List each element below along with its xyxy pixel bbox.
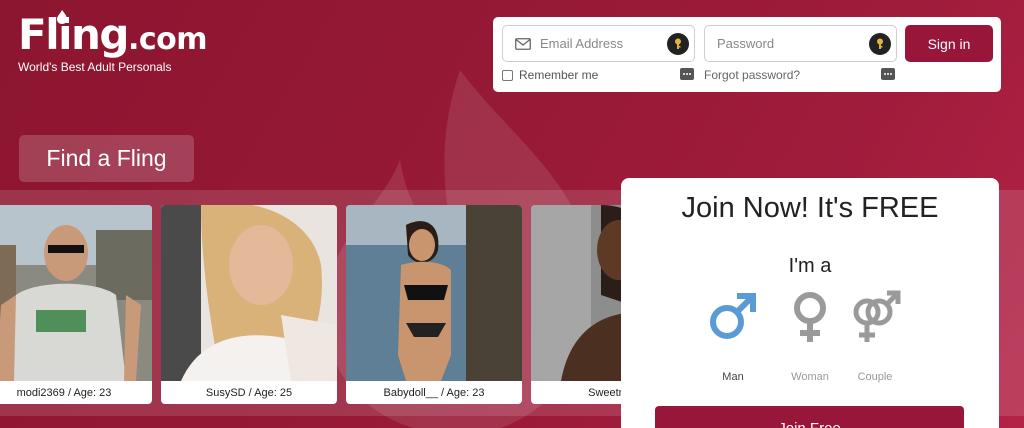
password-field-wrapper xyxy=(704,25,897,62)
profile-caption[interactable]: Babydoll__ / Age: 23 xyxy=(346,381,522,404)
password-manager-key-icon[interactable] xyxy=(667,33,689,55)
profile-photo[interactable] xyxy=(161,205,337,381)
autofill-dots-icon[interactable] xyxy=(680,68,694,80)
flame-drop-icon xyxy=(57,10,67,24)
site-logo[interactable]: Fling.com World's Best Adult Personals xyxy=(18,10,208,74)
password-manager-key-icon[interactable] xyxy=(869,33,891,55)
logo-main: Fling xyxy=(18,10,129,59)
remember-me-label: Remember me xyxy=(519,68,599,82)
login-panel: Sign in Remember me Forgot password? xyxy=(493,17,1001,92)
join-free-button[interactable]: Join Free xyxy=(655,406,964,428)
gender-label-woman: Woman xyxy=(791,371,829,383)
tagline: World's Best Adult Personals xyxy=(18,60,172,74)
profile-card[interactable]: Babydoll__ / Age: 23 xyxy=(346,205,522,404)
profile-caption[interactable]: SusySD / Age: 25 xyxy=(161,381,337,404)
join-panel: Join Now! It's FREE I'm a Man Woman Coup… xyxy=(621,178,999,428)
male-symbol-icon[interactable] xyxy=(707,290,759,342)
autofill-dots-icon[interactable] xyxy=(881,68,895,80)
email-field-wrapper xyxy=(502,25,695,62)
checkbox-icon[interactable] xyxy=(502,69,513,81)
logo-suffix: .com xyxy=(127,22,208,57)
gender-option-couple[interactable]: Couple xyxy=(844,290,906,383)
sign-in-button[interactable]: Sign in xyxy=(905,25,993,62)
couple-symbol-icon[interactable] xyxy=(847,290,903,346)
gender-label-couple: Couple xyxy=(857,371,893,383)
forgot-password-link[interactable]: Forgot password? xyxy=(704,68,800,82)
profile-card[interactable]: SusySD / Age: 25 xyxy=(161,205,337,404)
gender-prompt: I'm a xyxy=(788,255,832,277)
profile-caption[interactable]: modi2369 / Age: 23 xyxy=(0,381,152,404)
logo-wordmark: Fling.com xyxy=(18,14,208,57)
mail-icon xyxy=(515,37,531,50)
profile-photo-image xyxy=(0,205,152,381)
profile-photo-image xyxy=(161,205,337,381)
gender-option-man[interactable]: Man xyxy=(702,290,764,383)
profile-photo-image xyxy=(346,205,522,381)
find-a-fling-button[interactable]: Find a Fling xyxy=(19,135,194,182)
gender-label-man: Man xyxy=(722,371,744,383)
profile-photo[interactable] xyxy=(346,205,522,381)
profile-photo[interactable] xyxy=(0,205,152,381)
remember-me-checkbox[interactable]: Remember me xyxy=(502,68,598,82)
join-title: Join Now! It's FREE xyxy=(681,192,939,224)
female-symbol-icon[interactable] xyxy=(784,290,836,346)
gender-option-woman[interactable]: Woman xyxy=(779,290,841,383)
profile-card[interactable]: modi2369 / Age: 23 xyxy=(0,205,152,404)
